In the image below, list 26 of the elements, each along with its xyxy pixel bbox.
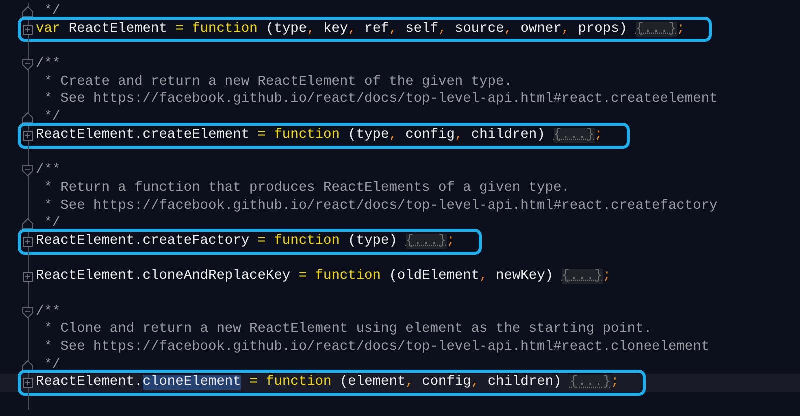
expand-icon[interactable] (22, 130, 34, 142)
code-line: /** (36, 304, 61, 322)
highlighted-code-line: ReactElement.createFactory = function (type) {...}; (18, 228, 482, 255)
expand-icon[interactable] (22, 24, 34, 36)
fold-icon[interactable] (22, 306, 34, 319)
fold-icon[interactable] (22, 165, 34, 178)
code-line: /** (36, 56, 61, 74)
code-line: * Return a function that produces ReactElements of a given type. (43, 180, 570, 198)
code-line: * See https://facebook.github.io/react/docs/top-level-api.html#react.createfactory (43, 198, 718, 216)
fold-end-icon[interactable] (22, 6, 34, 18)
expand-icon[interactable] (22, 271, 34, 284)
code-line: * Clone and return a new ReactElement using element as the starting point. (43, 321, 652, 340)
fold-icon[interactable] (22, 58, 34, 71)
highlighted-code-line: var ReactElement = function (type, key, ref, self, source, owner, props) {...}; (18, 16, 712, 42)
fold-end-icon[interactable] (22, 360, 34, 372)
code-line: * See https://facebook.github.io/react/docs/top-level-api.html#react.cloneelement (43, 339, 710, 357)
expand-icon[interactable] (22, 377, 34, 390)
code-line: * Create and return a new ReactElement of the given type. (43, 74, 512, 92)
expand-icon[interactable] (22, 236, 34, 248)
code-line: ReactElement.cloneAndReplaceKey = function (oldElement, newKey) {...}; (36, 268, 612, 286)
code-line: * See https://facebook.github.io/react/docs/top-level-api.html#react.createelement (43, 91, 718, 110)
highlighted-code-line: ReactElement.cloneElement = function (element, config, children) {...}; (18, 370, 646, 396)
fold-end-icon[interactable] (22, 218, 34, 230)
fold-end-icon[interactable] (22, 112, 34, 124)
highlighted-code-line: ReactElement.createElement = function (type, config, children) {...}; (18, 122, 630, 149)
code-line: /** (36, 162, 61, 180)
